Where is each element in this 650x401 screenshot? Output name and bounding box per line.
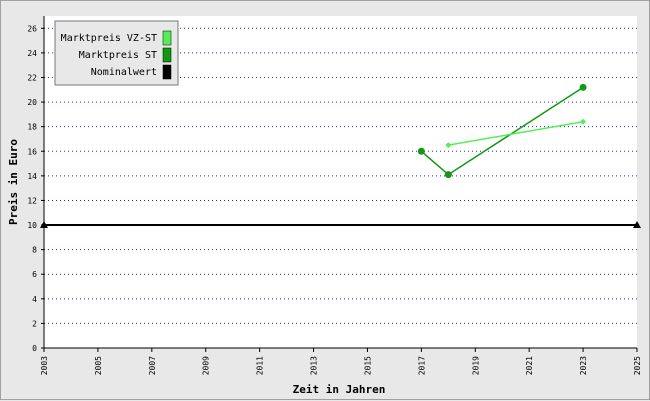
- x-tick-label: 2013: [310, 356, 319, 375]
- legend-label: Nominalwert: [91, 67, 157, 78]
- y-axis-title: Preis in Euro: [7, 139, 20, 225]
- x-tick-label: 2011: [256, 356, 265, 375]
- y-tick-label: 18: [27, 123, 37, 132]
- x-tick-label: 2009: [202, 356, 211, 375]
- x-tick-label: 2023: [579, 356, 588, 375]
- legend-label: Marktpreis ST: [79, 50, 157, 61]
- y-tick-label: 22: [27, 73, 37, 82]
- x-tick-label: 2003: [40, 356, 49, 375]
- y-tick-label: 0: [32, 344, 37, 353]
- legend-swatch: [162, 64, 172, 80]
- line-chart: 024681012141618202224262003 2005 2007 2009 2…: [7, 16, 642, 396]
- x-tick-label: 2017: [417, 356, 426, 375]
- x-tick-label: 2019: [471, 356, 480, 375]
- x-tick-label: 2021: [525, 356, 534, 375]
- y-tick-label: 10: [27, 221, 37, 230]
- y-tick-label: 12: [27, 196, 37, 205]
- legend-label: Marktpreis VZ-ST: [61, 33, 157, 44]
- data-point: [417, 147, 425, 155]
- x-tick-label: 2007: [148, 356, 157, 375]
- y-tick-label: 16: [27, 147, 37, 156]
- x-axis-title: Zeit in Jahren: [293, 383, 386, 396]
- data-point: [579, 83, 587, 91]
- y-tick-label: 6: [32, 270, 37, 279]
- y-tick-label: 2: [32, 319, 37, 328]
- chart-frame: 0 2 4 6 8 10 12 14 16 18 20 22 24 26 2003 2005 2007 2009 2…: [0, 0, 650, 400]
- x-tick-label: 2015: [363, 356, 372, 375]
- y-tick-label: 4: [32, 295, 37, 304]
- x-tick-label: 2025: [633, 356, 642, 375]
- legend-swatch: [162, 30, 172, 46]
- y-tick-label: 8: [32, 246, 37, 255]
- legend-swatch: [162, 47, 172, 63]
- x-tick-label: 2005: [94, 356, 103, 375]
- y-tick-label: 14: [27, 172, 37, 181]
- y-tick-label: 24: [27, 49, 37, 58]
- y-tick-label: 20: [27, 98, 37, 107]
- data-point: [444, 171, 452, 179]
- legend: Marktpreis VZ-ST Marktpreis ST Nominalwert: [54, 20, 179, 86]
- y-tick-label: 26: [27, 24, 37, 33]
